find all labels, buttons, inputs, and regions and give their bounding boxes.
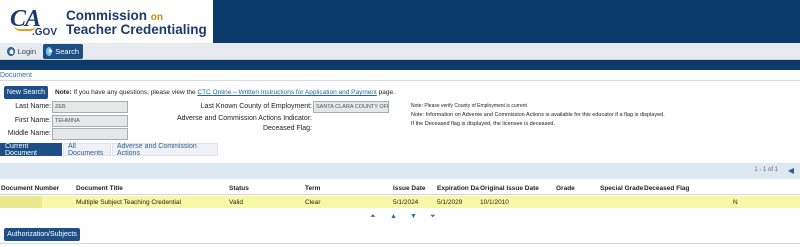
- section-label: Document: [0, 72, 32, 79]
- col-document-title[interactable]: Document Title: [76, 185, 123, 192]
- prev-page-icon[interactable]: ◀: [788, 166, 794, 175]
- county-label: Last Known County of Employment:: [200, 103, 312, 110]
- header-strip: [0, 60, 800, 70]
- help-note: Note: If you have any questions, please …: [55, 89, 395, 96]
- instructions-link[interactable]: CTC Online – Written Instructions for Ap…: [197, 89, 376, 96]
- middle-name-label: Middle Name:: [7, 130, 51, 137]
- table-row[interactable]: Multiple Subject Teaching Credential Val…: [0, 196, 800, 208]
- last-name-field: ZEB: [52, 101, 128, 113]
- table-header: Document Number Document Title Status Te…: [0, 183, 800, 195]
- nav-login[interactable]: Login: [4, 44, 40, 59]
- middle-name-field: [52, 128, 128, 140]
- down-icon[interactable]: ▼: [410, 213, 417, 220]
- first-name-field: TEHMINA: [52, 115, 128, 127]
- deceased-label: Deceased Flag:: [262, 125, 312, 132]
- county-field: SANTA CLARA COUNTY OFF: [313, 101, 389, 113]
- new-search-button[interactable]: New Search: [4, 86, 48, 99]
- site-title-line1: Commission on: [66, 8, 163, 23]
- ca-gov-logo[interactable]: CA .GOV: [4, 4, 58, 38]
- tab-current-document[interactable]: Current Document: [0, 143, 62, 157]
- deceased-note: If the Deceased flag is displayed, the l…: [411, 121, 556, 127]
- home-icon: [7, 47, 15, 56]
- cell-term: Clear: [305, 199, 321, 206]
- authorization-subjects-button[interactable]: Authorization/Subjects: [4, 228, 80, 241]
- col-issue-date[interactable]: Issue Date: [393, 185, 426, 192]
- tab-adverse-actions[interactable]: Adverse and Commission Actions: [112, 143, 218, 157]
- cell-deceased-flag: N: [733, 199, 738, 206]
- first-name-label: First Name:: [14, 117, 51, 124]
- divider: [0, 80, 800, 81]
- last-name-label: Last Name:: [15, 103, 51, 110]
- last-icon[interactable]: ⏷: [430, 213, 436, 221]
- site-title-line2: Teacher Credentialing: [66, 22, 207, 37]
- adverse-label: Adverse and Commission Actions Indicator…: [176, 115, 312, 122]
- document-tabs: Current Document All Documents Adverse a…: [0, 143, 800, 157]
- up-icon[interactable]: ▲: [390, 213, 397, 220]
- cell-expiration-date: 5/1/2029: [437, 199, 463, 206]
- pager-count: 1 - 1 of 1: [754, 167, 778, 173]
- site-header: CA .GOV Commission on Teacher Credential…: [0, 0, 800, 43]
- pager-bar: 1 - 1 of 1 ◀: [0, 163, 800, 179]
- logo-gov-text: .GOV: [32, 27, 58, 38]
- col-special-grade[interactable]: Special Grade: [600, 185, 643, 192]
- adverse-info-note: Note: Information on Adverse and Commiss…: [411, 112, 665, 118]
- col-status[interactable]: Status: [229, 185, 249, 192]
- col-expiration-date[interactable]: Expiration Date: [437, 185, 479, 192]
- county-note: Note: Please verify County of Employment…: [411, 103, 527, 109]
- cell-status: Valid: [229, 199, 243, 206]
- col-original-issue-date[interactable]: Original Issue Date: [480, 185, 539, 192]
- cell-issue-date: 5/1/2024: [393, 199, 419, 206]
- nav-login-label: Login: [17, 47, 36, 56]
- row-move-controls: ⏶ ▲ ▼ ⏷: [370, 213, 450, 221]
- note-label: Note:: [55, 89, 72, 96]
- col-deceased-flag[interactable]: Deceased Flag: [644, 185, 690, 192]
- tab-all-documents[interactable]: All Documents: [63, 143, 111, 157]
- note-text-after: page.: [378, 89, 395, 96]
- col-grade[interactable]: Grade: [556, 185, 575, 192]
- cell-original-issue-date: 10/1/2010: [480, 199, 509, 206]
- cell-document-title: Multiple Subject Teaching Credential: [76, 199, 182, 206]
- nav-search-label: Search: [55, 47, 79, 56]
- note-text-before: If you have any questions, please view t…: [73, 89, 196, 96]
- first-icon[interactable]: ⏶: [370, 213, 376, 221]
- col-document-number[interactable]: Document Number: [1, 185, 59, 192]
- play-icon: [46, 47, 54, 56]
- title-commission: Commission: [66, 8, 148, 23]
- logo-area: CA .GOV Commission on Teacher Credential…: [0, 0, 213, 43]
- top-nav: Login Search: [0, 43, 800, 60]
- col-term[interactable]: Term: [305, 185, 320, 192]
- nav-search[interactable]: Search: [43, 44, 83, 59]
- row-number-cell: [0, 196, 42, 208]
- divider: [0, 243, 800, 244]
